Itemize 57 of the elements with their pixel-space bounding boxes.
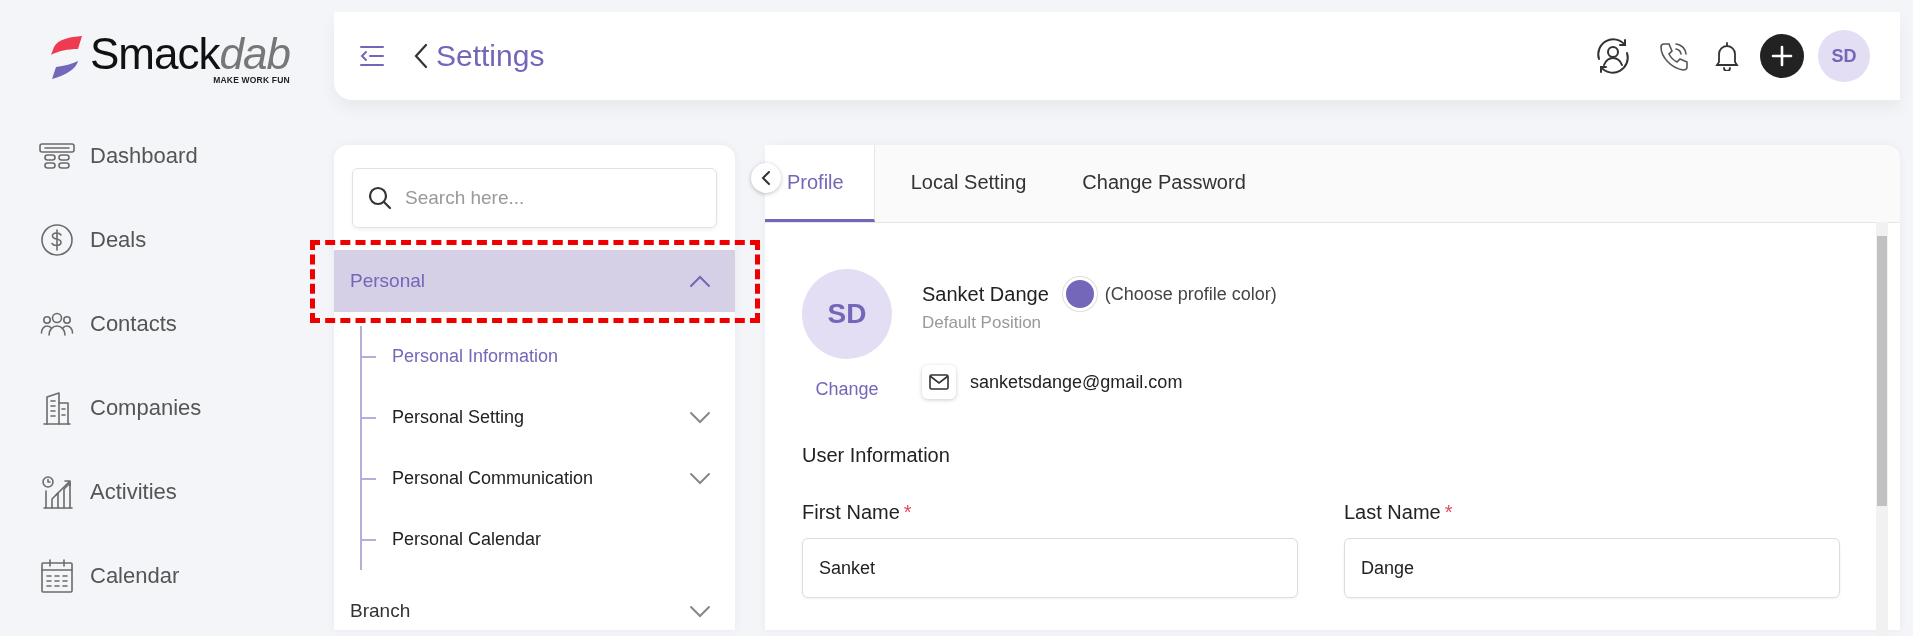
user-sync-icon[interactable] — [1594, 37, 1632, 75]
building-icon — [42, 391, 72, 425]
field-label: First Name * — [802, 501, 913, 524]
chevron-down-icon[interactable] — [689, 472, 711, 485]
collapse-menu-icon[interactable] — [358, 44, 386, 68]
phone-icon[interactable] — [1658, 40, 1688, 72]
logo-tagline: MAKE WORK FUN — [213, 75, 290, 85]
tree-group[interactable]: Branch — [334, 580, 735, 630]
plus-icon — [1771, 45, 1793, 67]
scrollbar[interactable] — [1876, 222, 1888, 636]
chevron-left-icon — [761, 170, 771, 186]
page-title: Settings — [436, 39, 545, 73]
tree-group-label: Personal — [350, 270, 425, 292]
tree-group-label: Branch — [350, 600, 411, 622]
tab[interactable]: Change Password — [1054, 145, 1274, 222]
change-avatar-link[interactable]: Change — [815, 379, 879, 400]
tree-item[interactable]: Personal Communication — [392, 468, 594, 489]
dashboard-icon — [39, 142, 75, 170]
nav-link[interactable]: Dashboard — [90, 143, 198, 169]
chevron-down-icon[interactable] — [689, 411, 711, 424]
collapse-panel-button[interactable] — [751, 163, 781, 193]
tree-item[interactable]: Personal Setting — [392, 407, 525, 428]
chevron-down-icon[interactable] — [689, 604, 711, 618]
tab[interactable]: Local Setting — [882, 145, 1055, 222]
nav-link[interactable]: Companies — [90, 395, 202, 421]
add-button[interactable] — [1760, 34, 1804, 78]
section-title: User Information — [802, 444, 951, 467]
profile-color-swatch[interactable] — [1062, 277, 1097, 311]
calendar-icon — [40, 558, 74, 594]
tree-item[interactable]: Personal Information — [392, 346, 559, 367]
bell-icon[interactable] — [1714, 41, 1740, 71]
nav-link[interactable]: Calendar — [90, 563, 180, 589]
dollar-icon — [40, 223, 74, 257]
nav-link[interactable]: Contacts — [90, 311, 177, 337]
field-label: Last Name * — [1344, 501, 1454, 524]
user-avatar[interactable]: SD — [1818, 30, 1870, 82]
back-chevron-icon[interactable] — [414, 43, 428, 69]
tab[interactable]: Profile — [765, 145, 875, 222]
profile-name: Sanket Dange — [922, 282, 1049, 306]
logo-wordmark: Smack — [90, 31, 220, 77]
logo-icon — [48, 35, 84, 81]
logo-wordmark-accent: dab — [219, 31, 290, 77]
profile-position: Default Position — [922, 313, 1043, 333]
profile-email: sanketsdange@gmail.com — [970, 371, 1183, 393]
envelope-icon — [929, 374, 949, 390]
tree-item[interactable]: Personal Calendar — [392, 529, 542, 550]
profile-avatar: SD — [802, 269, 892, 359]
search-icon — [368, 186, 392, 210]
chevron-up-icon[interactable] — [689, 274, 711, 288]
text-field[interactable]: Dange — [1344, 538, 1840, 598]
color-hint: (Choose profile color) — [1104, 283, 1277, 305]
text-field[interactable]: Sanket — [802, 538, 1298, 598]
nav-link[interactable]: Activities — [90, 479, 177, 505]
search-field[interactable]: Search here... — [352, 168, 717, 228]
nav-link[interactable]: Deals — [90, 227, 147, 253]
people-icon — [40, 311, 74, 337]
chart-icon — [41, 475, 73, 509]
